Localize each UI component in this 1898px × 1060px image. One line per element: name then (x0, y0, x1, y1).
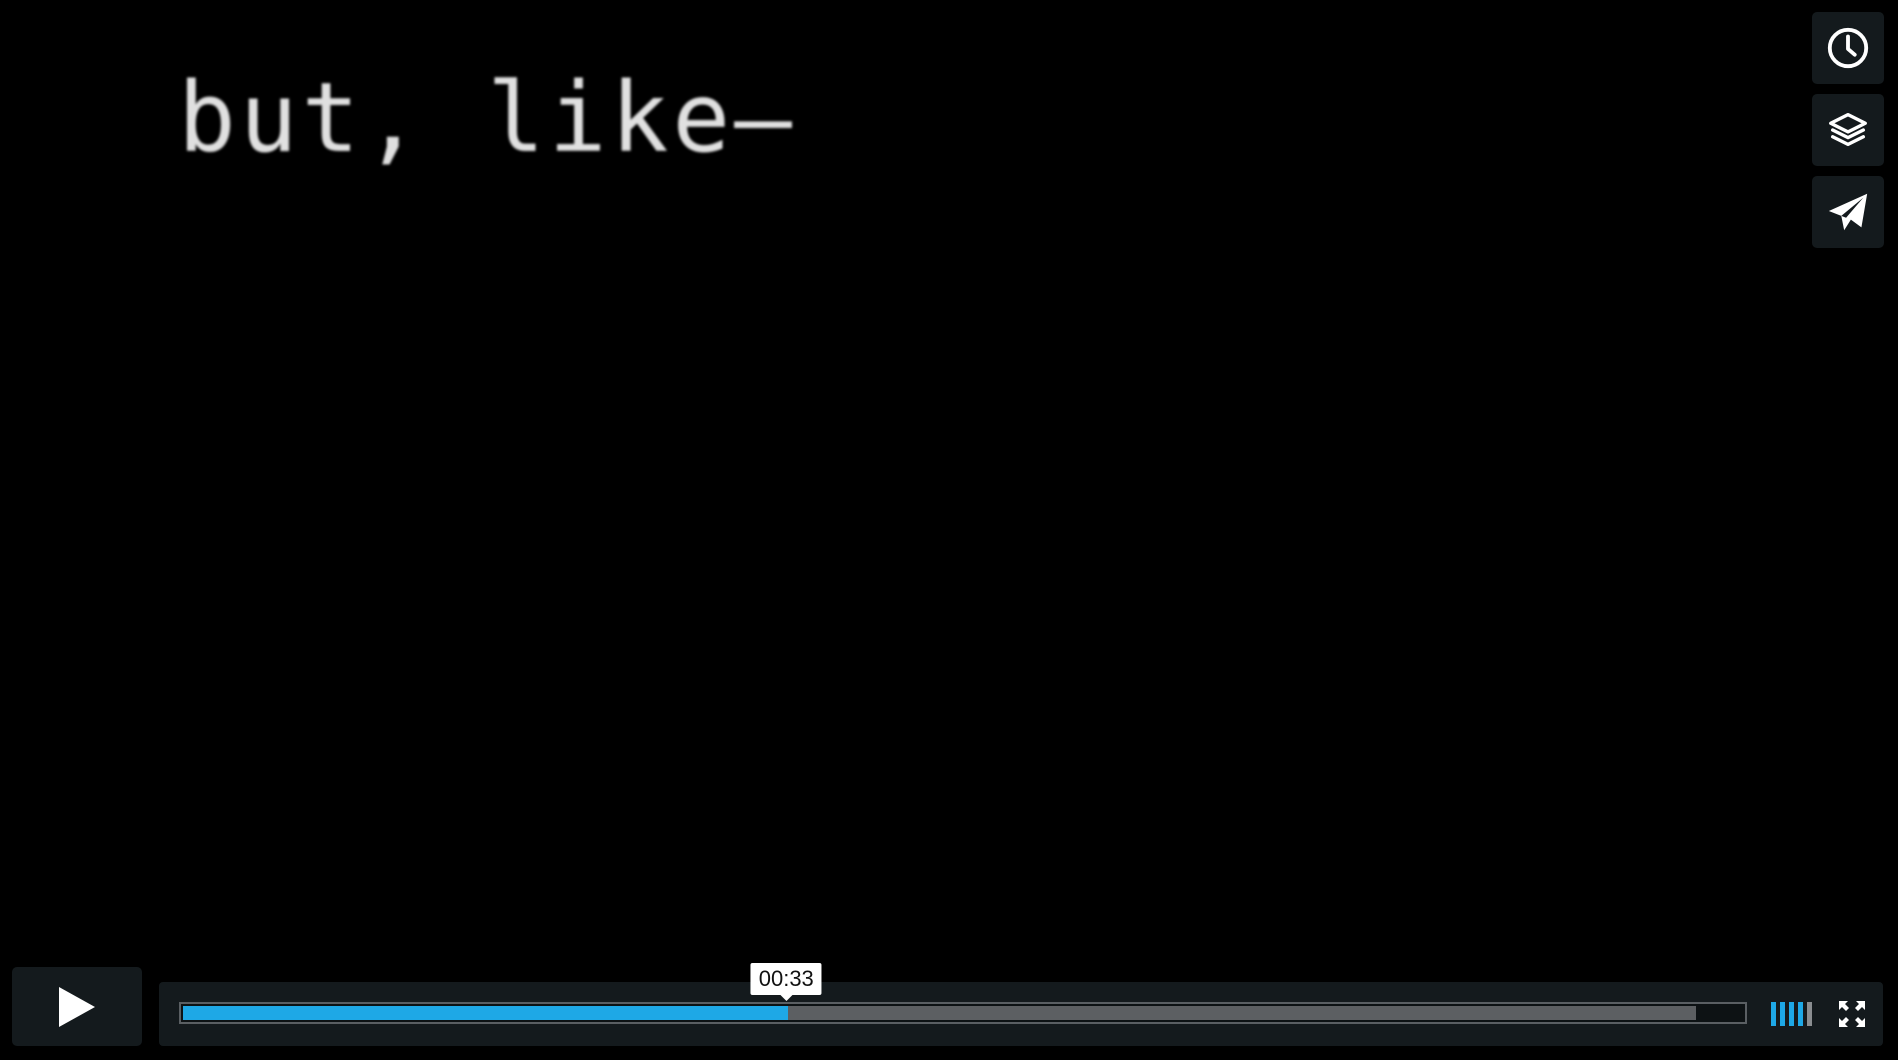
volume-bar (1798, 1002, 1803, 1026)
control-bar (159, 982, 1883, 1046)
collections-button[interactable] (1812, 94, 1884, 166)
fullscreen-icon[interactable] (1837, 999, 1867, 1029)
play-button[interactable] (12, 967, 142, 1046)
progress-bar[interactable] (179, 1002, 1747, 1024)
paper-plane-icon (1828, 193, 1868, 231)
volume-bar (1771, 1002, 1776, 1026)
volume-control[interactable] (1771, 1002, 1812, 1026)
video-player[interactable]: but, like— 00:33 (0, 0, 1898, 1060)
play-icon (59, 986, 95, 1027)
time-tooltip: 00:33 (750, 963, 822, 1001)
volume-bar (1789, 1002, 1794, 1026)
video-frame-text: but, like— (178, 62, 796, 174)
clock-icon (1827, 27, 1869, 69)
watch-later-button[interactable] (1812, 12, 1884, 84)
layers-icon (1829, 112, 1867, 147)
share-button[interactable] (1812, 176, 1884, 248)
volume-bar (1807, 1002, 1812, 1026)
volume-bar (1780, 1002, 1785, 1026)
side-action-buttons (1812, 12, 1884, 248)
progress-played (183, 1006, 789, 1020)
